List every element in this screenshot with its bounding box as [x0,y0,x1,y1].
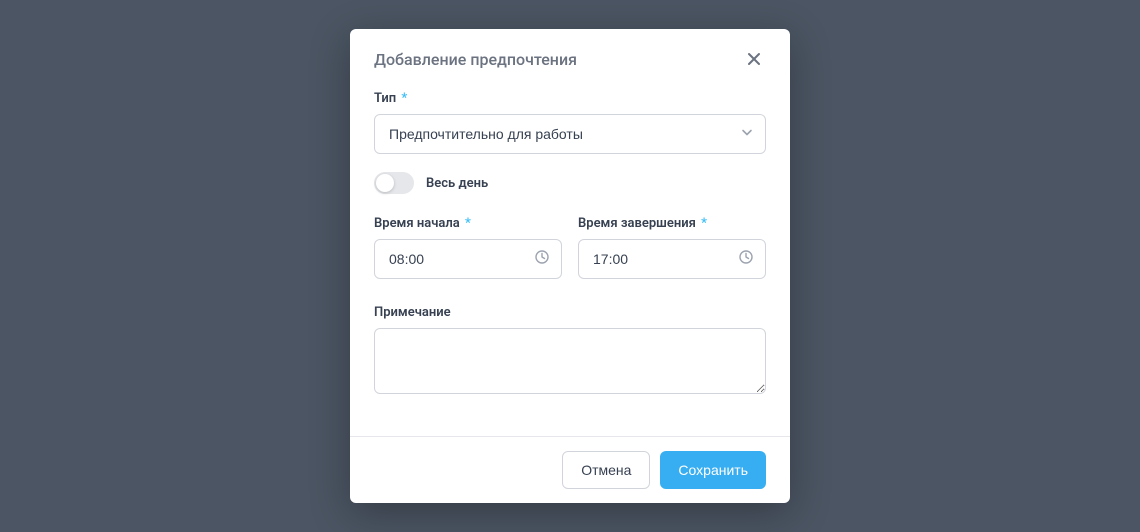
start-time-label-text: Время начала [374,216,460,231]
required-mark: * [401,91,407,106]
note-textarea[interactable] [374,328,766,394]
end-time-col: Время завершения * [578,216,766,279]
end-time-label: Время завершения * [578,216,766,231]
start-time-input[interactable] [374,239,562,279]
start-time-input-wrap [374,239,562,279]
end-time-input-wrap [578,239,766,279]
toggle-knob [376,174,394,192]
close-button[interactable] [742,47,766,71]
allday-toggle[interactable] [374,172,414,194]
required-mark: * [701,216,707,231]
close-icon [746,51,762,67]
start-time-col: Время начала * [374,216,562,279]
modal-header: Добавление предпочтения [350,29,790,85]
type-select-wrap [374,114,766,154]
note-field-group: Примечание [374,305,766,398]
required-mark: * [465,216,471,231]
modal-title: Добавление предпочтения [374,50,577,69]
cancel-button[interactable]: Отмена [562,451,650,489]
allday-row: Весь день [374,172,766,194]
add-preference-modal: Добавление предпочтения Тип * Весь день [350,29,790,503]
modal-footer: Отмена Сохранить [350,436,790,503]
type-field-group: Тип * [374,91,766,154]
type-select[interactable] [374,114,766,154]
end-time-label-text: Время завершения [578,216,696,231]
time-row: Время начала * Время завершения * [374,216,766,279]
type-label-text: Тип [374,91,396,106]
end-time-input[interactable] [578,239,766,279]
save-button[interactable]: Сохранить [660,451,766,489]
modal-body: Тип * Весь день Время начала * [350,85,790,436]
allday-label: Весь день [426,176,488,191]
note-label: Примечание [374,305,766,320]
type-label: Тип * [374,91,766,106]
start-time-label: Время начала * [374,216,562,231]
